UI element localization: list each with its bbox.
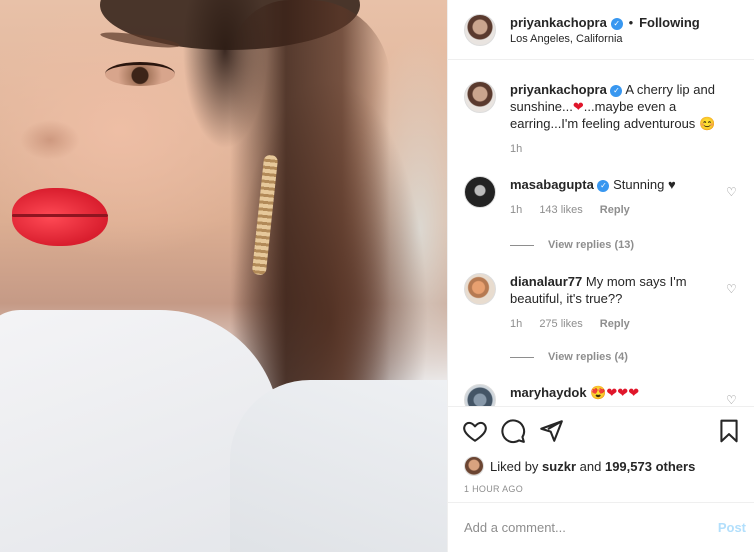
comment-content: Stunning [613, 177, 665, 192]
comment-input[interactable]: Add a comment... [464, 520, 718, 535]
heart-emoji-icon: ♥ [668, 177, 676, 192]
comment-likes[interactable]: 143 likes [539, 204, 582, 216]
commenter-avatar[interactable] [464, 384, 496, 406]
comment-body: maryhaydok 😍❤❤❤ [510, 384, 725, 406]
post-location[interactable]: Los Angeles, California [510, 33, 700, 45]
likes-prefix: Liked by [490, 458, 539, 474]
photo-shirt-right [230, 380, 447, 552]
commenter-username[interactable]: dianalaur77 [510, 274, 582, 289]
caption-avatar[interactable] [464, 81, 496, 113]
add-comment-bar: Add a comment... Post [448, 502, 754, 552]
comment-meta: 1h 143 likes Reply [510, 204, 725, 216]
comment-bubble-icon[interactable] [500, 418, 526, 444]
commenter-avatar[interactable] [464, 176, 496, 208]
comment-item: masabagupta ✓ Stunning ♥ 1h 143 likes Re… [464, 176, 754, 216]
likes-count[interactable]: 199,573 others [605, 459, 695, 474]
likes-and: and [579, 458, 602, 474]
liker-username[interactable]: suzkr [542, 459, 576, 474]
comment-like-heart-icon[interactable]: ♡ [726, 283, 738, 295]
post-photo[interactable] [0, 0, 447, 552]
comment-item: maryhaydok 😍❤❤❤ [464, 384, 754, 406]
view-replies-label: View replies (4) [548, 351, 628, 363]
post-side-panel: priyankachopra ✓ • Following Los Angeles… [447, 0, 754, 552]
photo-lipline [12, 214, 108, 217]
share-paper-plane-icon[interactable] [538, 418, 564, 444]
reply-button[interactable]: Reply [600, 318, 630, 330]
comment-likes[interactable]: 275 likes [539, 318, 582, 330]
verified-badge-icon: ✓ [610, 85, 623, 97]
red-heart-emoji-icon: ❤ [572, 99, 584, 114]
view-replies-label: View replies (13) [548, 239, 635, 251]
separator-dot: • [628, 15, 634, 30]
view-replies-button[interactable]: View replies (4) [510, 351, 628, 363]
verified-badge-icon: ✓ [610, 18, 623, 30]
commenter-username[interactable]: maryhaydok [510, 385, 587, 400]
comment-text: maryhaydok 😍❤❤❤ [510, 384, 725, 401]
author-username[interactable]: priyankachopra [510, 15, 607, 30]
comment-like-heart-icon[interactable]: ♡ [726, 186, 738, 198]
caption-body: priyankachopra ✓ A cherry lip and sunshi… [510, 81, 725, 155]
action-icons [448, 407, 754, 455]
comment-body: dianalaur77 My mom says I'm beautiful, i… [510, 273, 725, 330]
view-replies-button[interactable]: View replies (13) [510, 239, 634, 251]
comment-item: dianalaur77 My mom says I'm beautiful, i… [464, 273, 754, 330]
reply-button[interactable]: Reply [600, 204, 630, 216]
comment-text: masabagupta ✓ Stunning ♥ [510, 176, 725, 193]
liker-avatar[interactable] [464, 456, 484, 476]
caption-meta: 1h [510, 143, 725, 155]
caption-time[interactable]: 1h [510, 143, 522, 155]
comment-time[interactable]: 1h [510, 318, 522, 330]
caption-username[interactable]: priyankachopra [510, 82, 607, 97]
commenter-avatar[interactable] [464, 273, 496, 305]
replies-line [510, 356, 534, 358]
comment-like-heart-icon[interactable]: ♡ [726, 394, 738, 406]
post-header: priyankachopra ✓ • Following Los Angeles… [448, 0, 754, 60]
photo-nose [20, 120, 80, 160]
comment-text: dianalaur77 My mom says I'm beautiful, i… [510, 273, 725, 307]
following-button[interactable]: Following [639, 15, 700, 30]
replies-line [510, 244, 534, 246]
post-actions: Liked by suzkr and 199,573 others 1 HOUR… [448, 406, 754, 494]
commenter-username[interactable]: masabagupta [510, 177, 594, 192]
like-heart-icon[interactable] [462, 418, 488, 444]
smile-emoji-icon: 😊 [698, 116, 716, 131]
verified-badge-icon: ✓ [597, 180, 610, 192]
comment-time[interactable]: 1h [510, 204, 522, 216]
author-avatar[interactable] [464, 13, 496, 46]
likes-summary: Liked by suzkr and 199,573 others [448, 455, 754, 477]
author-meta: priyankachopra ✓ • Following Los Angeles… [510, 14, 700, 45]
comments-list[interactable]: priyankachopra ✓ A cherry lip and sunshi… [448, 61, 754, 406]
photo-eye [105, 62, 175, 86]
comment-meta: 1h 275 likes Reply [510, 318, 725, 330]
red-hearts-emoji-icon: ❤❤❤ [606, 385, 640, 400]
post-comment-button[interactable]: Post [718, 520, 746, 535]
caption: priyankachopra ✓ A cherry lip and sunshi… [464, 81, 754, 155]
photo-lips [12, 188, 108, 246]
caption-text: priyankachopra ✓ A cherry lip and sunshi… [510, 81, 725, 132]
comment-body: masabagupta ✓ Stunning ♥ 1h 143 likes Re… [510, 176, 725, 216]
save-bookmark-icon[interactable] [716, 418, 742, 444]
post-timestamp[interactable]: 1 HOUR AGO [448, 484, 754, 494]
heart-eyes-emoji-icon: 😍 [590, 385, 607, 400]
